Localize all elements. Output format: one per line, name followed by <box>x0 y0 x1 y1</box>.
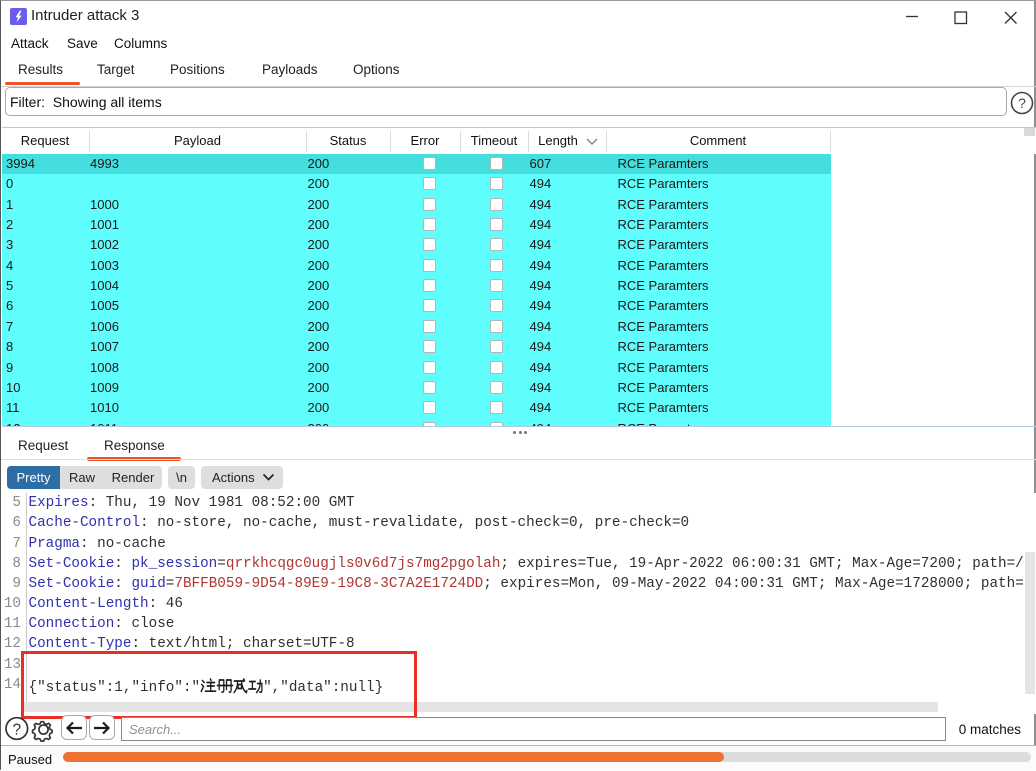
svg-text:?: ? <box>1018 95 1026 111</box>
svg-text:?: ? <box>12 722 21 739</box>
